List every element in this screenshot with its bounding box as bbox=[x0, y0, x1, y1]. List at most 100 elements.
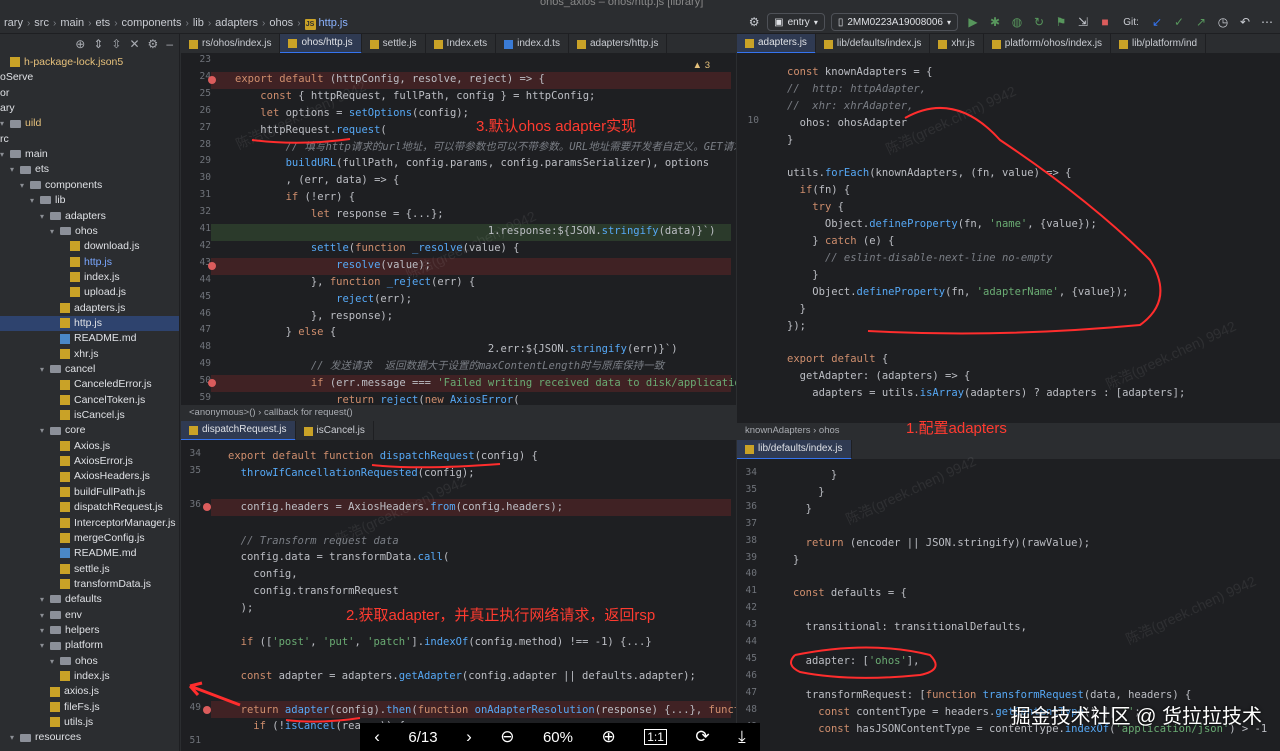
rollback-icon[interactable]: ↶ bbox=[1236, 13, 1254, 31]
tree-item[interactable]: CanceledError.js bbox=[0, 377, 179, 392]
editor-tab[interactable]: adapters.js bbox=[737, 34, 816, 53]
tree-item[interactable]: adapters.js bbox=[0, 301, 179, 316]
tree-item[interactable]: ary bbox=[0, 101, 179, 116]
tree-item[interactable]: index.js bbox=[0, 270, 179, 285]
rerun-icon[interactable]: ↻ bbox=[1030, 13, 1048, 31]
editor-tab[interactable]: ohos/http.js bbox=[280, 34, 362, 53]
tree-item[interactable]: ▾ helpers bbox=[0, 623, 179, 638]
editor-tab[interactable]: index.d.ts bbox=[496, 34, 569, 53]
tree-item[interactable]: http.js bbox=[0, 255, 179, 270]
tree-item[interactable]: index.js bbox=[0, 669, 179, 684]
collapse-icon[interactable]: ⇳ bbox=[111, 37, 121, 51]
tree-item[interactable]: settle.js bbox=[0, 562, 179, 577]
device-select[interactable]: ▯ 2MM0223A19008006 ▾ bbox=[830, 13, 958, 31]
tree-item[interactable]: ▾ ohos bbox=[0, 654, 179, 669]
tree-item[interactable]: README.md bbox=[0, 331, 179, 346]
editor-tab[interactable]: dispatchRequest.js bbox=[181, 421, 296, 440]
tree-item[interactable]: axios.js bbox=[0, 684, 179, 699]
run-config-select[interactable]: ▣ entry ▾ bbox=[767, 13, 825, 31]
push-icon[interactable]: ↗ bbox=[1192, 13, 1210, 31]
tree-item[interactable]: Axios.js bbox=[0, 439, 179, 454]
chevron-down-icon[interactable]: ▾ bbox=[40, 623, 50, 638]
locate-icon[interactable]: ⊕ bbox=[75, 37, 85, 51]
warning-count[interactable]: ▲ 3 bbox=[693, 60, 710, 71]
download-icon[interactable]: ⤓ bbox=[738, 727, 746, 747]
tree-item[interactable]: xhr.js bbox=[0, 347, 179, 362]
tree-item[interactable]: ▾ adapters bbox=[0, 209, 179, 224]
next-page-icon[interactable]: › bbox=[466, 727, 472, 747]
breakpoint-icon[interactable] bbox=[208, 76, 216, 84]
chevron-down-icon[interactable]: ▾ bbox=[50, 224, 60, 239]
tree-item[interactable]: ▾ env bbox=[0, 608, 179, 623]
tree-item[interactable]: InterceptorManager.js bbox=[0, 516, 179, 531]
breadcrumb-item[interactable]: ets bbox=[96, 17, 111, 29]
tree-item[interactable]: CancelToken.js bbox=[0, 393, 179, 408]
tree-item[interactable]: README.md bbox=[0, 546, 179, 561]
breadcrumb-item[interactable]: JS http.js bbox=[304, 17, 348, 30]
chevron-down-icon[interactable]: ▾ bbox=[0, 147, 10, 162]
stop-icon[interactable]: ■ bbox=[1096, 13, 1114, 31]
tree-item[interactable]: dispatchRequest.js bbox=[0, 500, 179, 515]
editor-tab[interactable]: xhr.js bbox=[930, 34, 984, 53]
chevron-down-icon[interactable]: ▾ bbox=[30, 193, 40, 208]
settings-icon[interactable]: ⚙ bbox=[148, 37, 159, 51]
breadcrumb-item[interactable]: main bbox=[60, 17, 84, 29]
tree-item[interactable]: ▾ core bbox=[0, 423, 179, 438]
history-icon[interactable]: ◷ bbox=[1214, 13, 1232, 31]
editor-tab[interactable]: lib/defaults/index.js bbox=[737, 440, 852, 459]
close-icon[interactable]: ✕ bbox=[129, 37, 139, 51]
tree-item[interactable]: download.js bbox=[0, 239, 179, 254]
tree-item[interactable]: h-package-lock.json5 bbox=[0, 55, 179, 70]
tree-item[interactable]: AxiosError.js bbox=[0, 454, 179, 469]
breakpoint-icon[interactable] bbox=[203, 706, 211, 714]
chevron-down-icon[interactable]: ▾ bbox=[40, 209, 50, 224]
tree-item[interactable]: or bbox=[0, 86, 179, 101]
tree-item[interactable]: ▾ lib bbox=[0, 193, 179, 208]
breadcrumb-item[interactable]: components bbox=[122, 17, 182, 29]
tree-item[interactable]: isCancel.js bbox=[0, 408, 179, 423]
minimize-icon[interactable]: – bbox=[166, 37, 173, 51]
chevron-down-icon[interactable]: ▾ bbox=[40, 592, 50, 607]
run-icon[interactable]: ▶ bbox=[964, 13, 982, 31]
settings-gear-icon[interactable]: ⚙ bbox=[745, 13, 763, 31]
breadcrumb-item[interactable]: lib bbox=[193, 17, 204, 29]
editor-tab[interactable]: lib/defaults/index.js bbox=[816, 34, 931, 53]
update-project-icon[interactable]: ↙ bbox=[1148, 13, 1166, 31]
chevron-down-icon[interactable]: ▾ bbox=[10, 730, 20, 745]
tree-item[interactable]: http.js bbox=[0, 315, 179, 331]
breadcrumb-item[interactable]: src bbox=[34, 17, 49, 29]
breakpoint-icon[interactable] bbox=[203, 503, 211, 511]
tree-item[interactable]: buildFullPath.js bbox=[0, 485, 179, 500]
tree-item[interactable]: upload.js bbox=[0, 285, 179, 300]
tree-item[interactable]: fileFs.js bbox=[0, 700, 179, 715]
profile-icon[interactable]: ⚑ bbox=[1052, 13, 1070, 31]
tree-item[interactable]: rc bbox=[0, 132, 179, 147]
chevron-down-icon[interactable]: ▾ bbox=[40, 423, 50, 438]
tree-item[interactable]: transformData.js bbox=[0, 577, 179, 592]
chevron-down-icon[interactable]: ▾ bbox=[10, 162, 20, 177]
tree-item[interactable]: mergeConfig.js bbox=[0, 531, 179, 546]
breadcrumb-item[interactable]: ohos bbox=[269, 17, 293, 29]
breadcrumb-item[interactable]: rary bbox=[4, 17, 23, 29]
actual-size-icon[interactable]: 1:1 bbox=[644, 729, 667, 745]
breakpoint-icon[interactable] bbox=[208, 379, 216, 387]
editor-tab[interactable]: Index.ets bbox=[426, 34, 497, 53]
debug-icon[interactable]: ✱ bbox=[986, 13, 1004, 31]
attach-icon[interactable]: ⇲ bbox=[1074, 13, 1092, 31]
chevron-down-icon[interactable]: ▾ bbox=[20, 178, 30, 193]
tree-item[interactable]: ▾ ohos bbox=[0, 224, 179, 239]
editor-tab[interactable]: platform/ohos/index.js bbox=[984, 34, 1112, 53]
chevron-down-icon[interactable]: ▾ bbox=[40, 638, 50, 653]
tree-item[interactable]: oServe bbox=[0, 70, 179, 85]
tree-item[interactable]: utils.js bbox=[0, 715, 179, 730]
editor-tab[interactable]: adapters/http.js bbox=[569, 34, 668, 53]
chevron-down-icon[interactable]: ▾ bbox=[40, 608, 50, 623]
expand-icon[interactable]: ⇕ bbox=[93, 37, 103, 51]
tree-item[interactable]: ▾ ets bbox=[0, 162, 179, 177]
prev-page-icon[interactable]: ‹ bbox=[374, 727, 380, 747]
editor-tab[interactable]: isCancel.js bbox=[296, 421, 374, 440]
more-icon[interactable]: ⋯ bbox=[1258, 13, 1276, 31]
coverage-icon[interactable]: ◍ bbox=[1008, 13, 1026, 31]
breakpoint-icon[interactable] bbox=[208, 262, 216, 270]
zoom-in-icon[interactable]: ⊕ bbox=[601, 727, 615, 747]
